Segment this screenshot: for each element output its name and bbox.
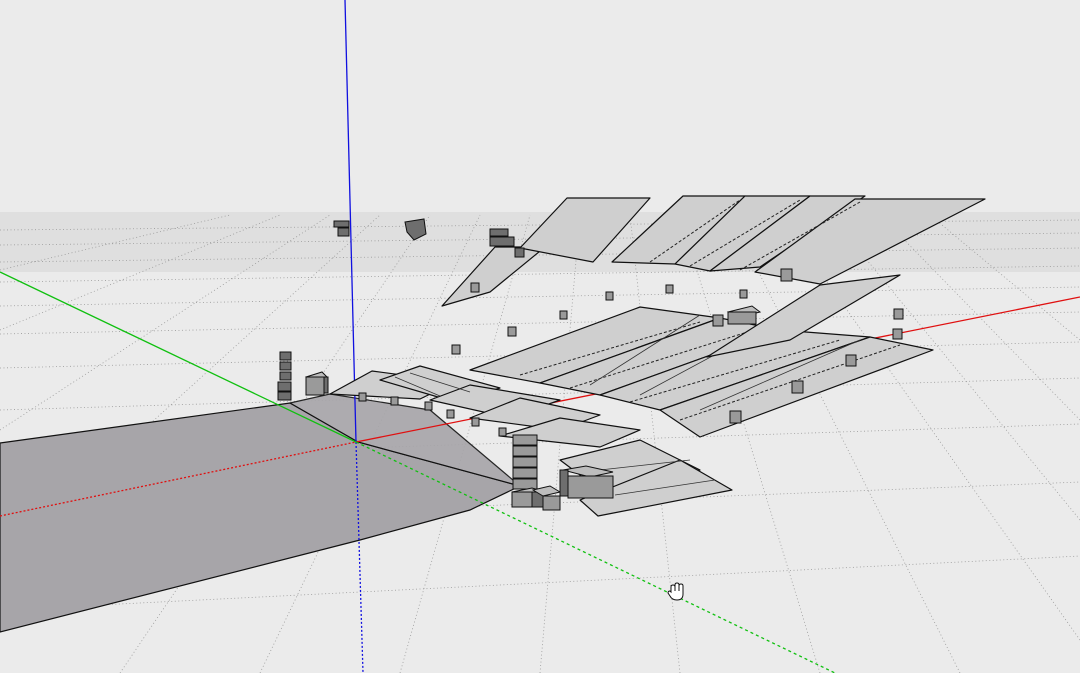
- modeling-viewport[interactable]: [0, 0, 1080, 673]
- scene-canvas[interactable]: [0, 0, 1080, 673]
- block-stack-left[interactable]: [277, 351, 292, 401]
- green-axis-line: [0, 271, 357, 443]
